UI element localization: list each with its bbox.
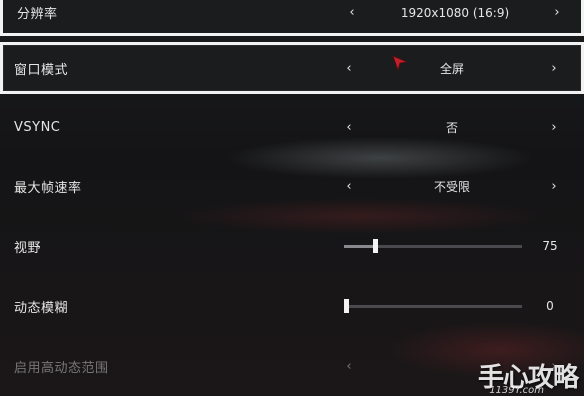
hdr-label: 启用高动态范围 (14, 360, 109, 376)
watermark-site: 1139Y.com (489, 385, 544, 396)
motion-blur-slider[interactable] (344, 299, 522, 313)
fov-value: 75 (542, 239, 558, 253)
vsync-prev-arrow-icon[interactable]: ‹ (340, 120, 358, 135)
setting-row-motion-blur[interactable]: 动态模糊 0 (0, 280, 584, 332)
fov-label: 视野 (14, 240, 42, 256)
hdr-prev-arrow-icon: ‹ (346, 358, 352, 374)
motion-blur-slider-thumb[interactable] (344, 299, 349, 313)
max-fps-next-arrow-icon[interactable]: › (545, 179, 563, 194)
setting-row-fov[interactable]: 视野 75 (0, 220, 584, 272)
resolution-prev-arrow-icon[interactable]: ‹ (343, 5, 361, 20)
setting-row-window-mode[interactable]: 窗口模式 ‹ 全屏 › (0, 42, 584, 94)
fov-slider-thumb[interactable] (373, 239, 378, 253)
fov-slider[interactable] (344, 239, 522, 253)
vsync-label: VSYNC (14, 119, 61, 135)
window-mode-next-arrow-icon[interactable]: › (545, 61, 563, 76)
vsync-value: 否 (445, 120, 458, 135)
vsync-next-arrow-icon[interactable]: › (545, 120, 563, 135)
window-mode-prev-arrow-icon[interactable]: ‹ (340, 61, 358, 76)
max-fps-value: 不受限 (433, 179, 470, 194)
window-mode-value: 全屏 (439, 61, 464, 76)
fov-slider-fill (344, 245, 373, 248)
motion-blur-label: 动态模糊 (14, 300, 69, 316)
setting-row-vsync[interactable]: VSYNC ‹ 否 › (0, 101, 584, 153)
resolution-label: 分辨率 (17, 7, 58, 22)
resolution-value: 1920x1080 (16:9) (400, 5, 510, 20)
max-fps-label: 最大帧速率 (14, 180, 82, 196)
setting-row-max-fps[interactable]: 最大帧速率 ‹ 不受限 › (0, 160, 584, 212)
setting-row-resolution[interactable]: 分辨率 ‹ 1920x1080 (16:9) › (0, 0, 584, 36)
red-arrow-cursor-icon (392, 55, 408, 71)
motion-blur-value: 0 (546, 299, 554, 313)
resolution-next-arrow-icon[interactable]: › (548, 5, 566, 20)
window-mode-label: 窗口模式 (14, 62, 69, 78)
max-fps-prev-arrow-icon[interactable]: ‹ (340, 179, 358, 194)
